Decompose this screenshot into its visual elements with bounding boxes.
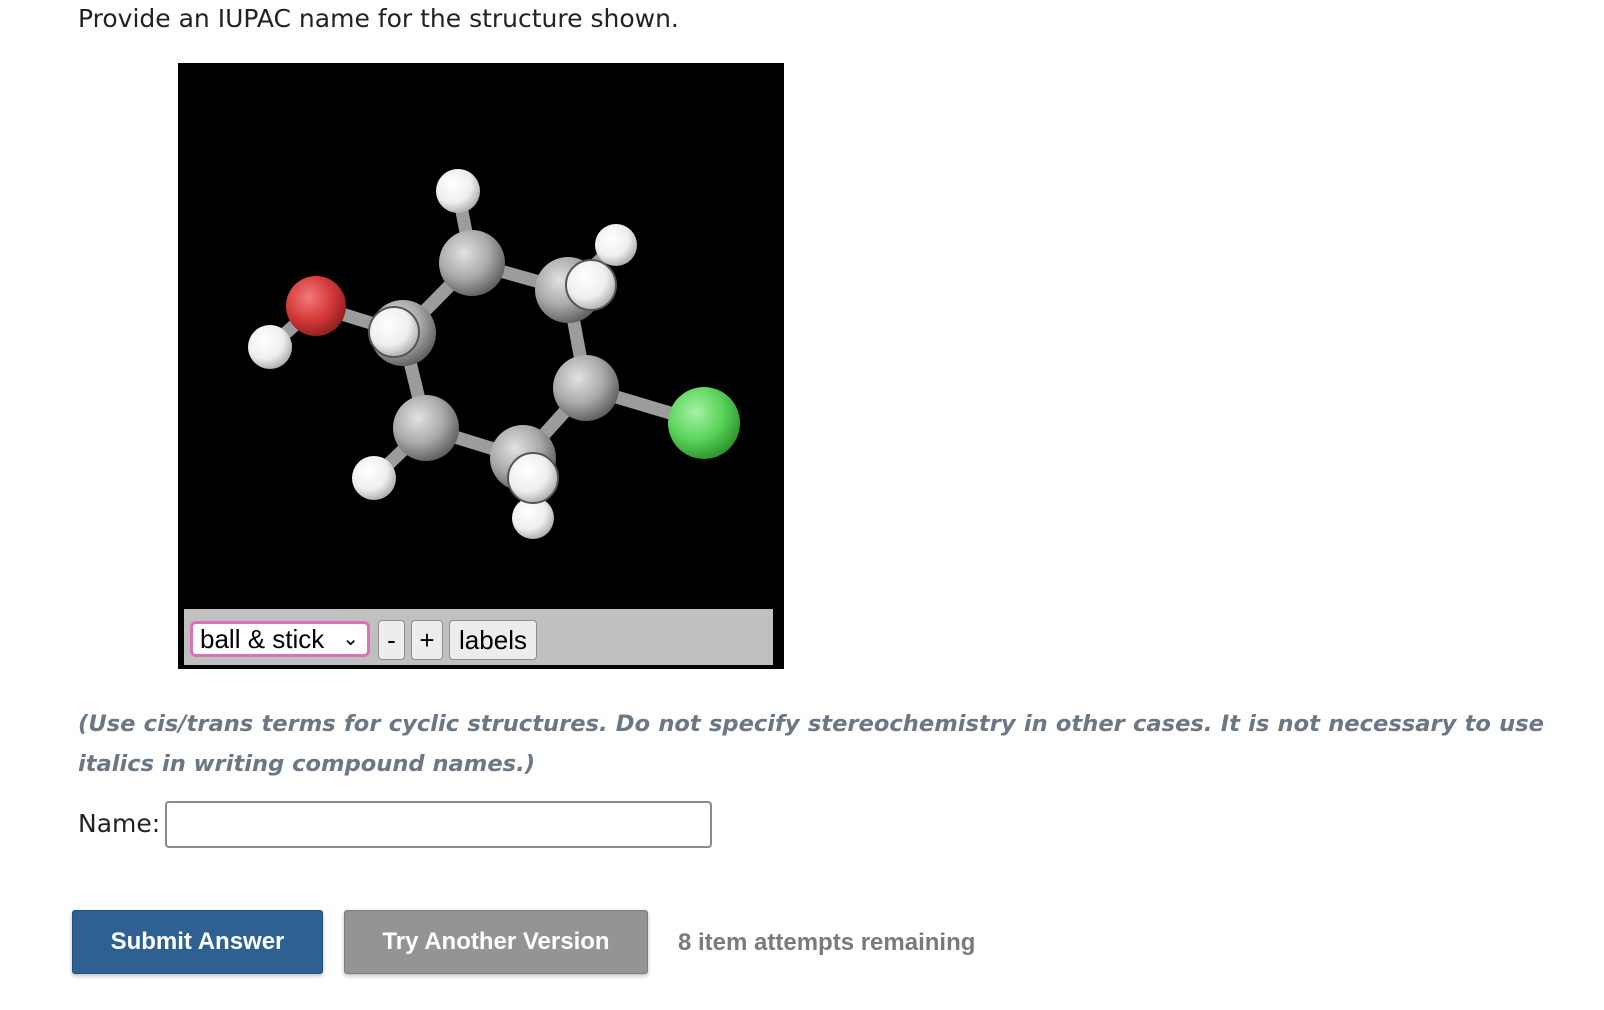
molecule-3d-view[interactable] [178,63,784,609]
zoom-in-button[interactable]: + [411,620,443,660]
try-another-version-button[interactable]: Try Another Version [344,910,648,974]
atom-hydrogen [507,452,559,504]
viewer-toolbar: ball & stick ⌄ - + labels [184,609,773,665]
question-prompt: Provide an IUPAC name for the structure … [78,4,679,33]
atom-hydrogen [248,325,292,369]
atom-hydrogen [436,169,480,213]
zoom-out-button[interactable]: - [378,620,405,660]
atom-chlorine [668,387,740,459]
display-style-value: ball & stick [200,624,325,654]
attempts-remaining-text: 8 item attempts remaining [678,929,976,956]
name-label: Name: [78,809,161,838]
instructions-text: (Use cis/trans terms for cyclic structur… [78,711,1544,777]
chevron-down-icon: ⌄ [342,628,359,650]
atom-hydrogen [595,224,637,266]
atom-carbon [393,395,459,461]
atom-carbon [439,230,505,296]
labels-toggle-button[interactable]: labels [449,620,537,660]
atom-carbon [553,355,619,421]
atom-hydrogen [368,306,420,358]
atom-hydrogen [565,259,617,311]
atoms [248,169,740,539]
molecule-viewer[interactable]: ball & stick ⌄ - + labels [178,63,784,669]
atom-hydrogen [352,456,396,500]
submit-answer-button[interactable]: Submit Answer [72,910,323,974]
atom-oxygen [286,276,346,336]
display-style-select[interactable]: ball & stick ⌄ [190,621,370,657]
name-input[interactable] [165,801,712,848]
